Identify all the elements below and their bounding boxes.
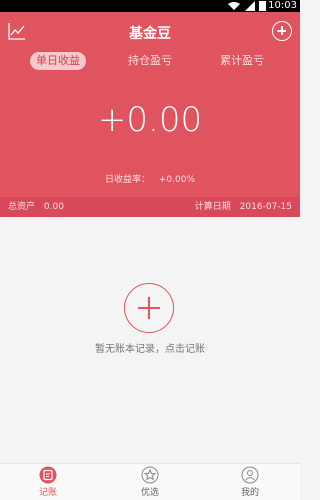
add-record-button[interactable] [124,283,174,333]
page-title: 基金豆 [129,26,171,42]
total-assets: 总资产 0.00 [8,197,70,217]
header: 基金豆 单日收益 持仓盈亏 累计盈亏 +0.00 日收益率： +0.00% 总资… [0,12,300,217]
title-bar: 基金豆 [0,12,300,50]
summary-bar: 总资产 0.00 计算日期 2016-07-15 [0,197,300,217]
status-icons [227,1,266,11]
tabs: 单日收益 持仓盈亏 累计盈亏 [0,52,300,74]
star-icon [141,466,159,484]
wifi-icon [228,2,240,10]
daily-rate: 日收益率： +0.00% [0,172,300,185]
tab-daily-profit[interactable]: 单日收益 [30,52,86,70]
status-bar: 10:03 [0,0,300,12]
total-assets-value: 0.00 [43,202,64,212]
profit-value: +0.00 [97,100,203,140]
status-time: 10:03 [268,0,297,11]
nav-item-profile[interactable]: 我的 [210,466,290,498]
nav-label-ledger: 记账 [38,488,57,498]
add-icon[interactable] [272,21,292,41]
nav-label-featured: 优选 [140,488,159,498]
nav-label-profile: 我的 [240,488,259,498]
tab-cumulative-profit[interactable]: 累计盈亏 [214,52,270,70]
battery-icon [259,1,266,11]
calc-date-value: 2016-07-15 [239,202,292,212]
bottom-nav: 记账 优选 我的 [0,463,300,500]
notebook-icon [39,466,57,484]
signal-icon [245,1,255,11]
empty-state-message[interactable]: 暂无账本记录，点击记账 [0,340,300,355]
profile-icon [241,466,259,484]
total-assets-label: 总资产 [8,202,36,212]
nav-item-ledger[interactable]: 记账 [8,466,88,498]
calc-date: 计算日期 2016-07-15 [195,197,292,217]
ledger-content: 暂无账本记录，点击记账 [0,217,300,463]
tab-position-profit[interactable]: 持仓盈亏 [122,52,178,70]
daily-rate-value: +0.00% [158,175,196,185]
daily-rate-label: 日收益率： [104,175,150,185]
calc-date-label: 计算日期 [194,202,231,212]
nav-item-featured[interactable]: 优选 [110,466,190,498]
